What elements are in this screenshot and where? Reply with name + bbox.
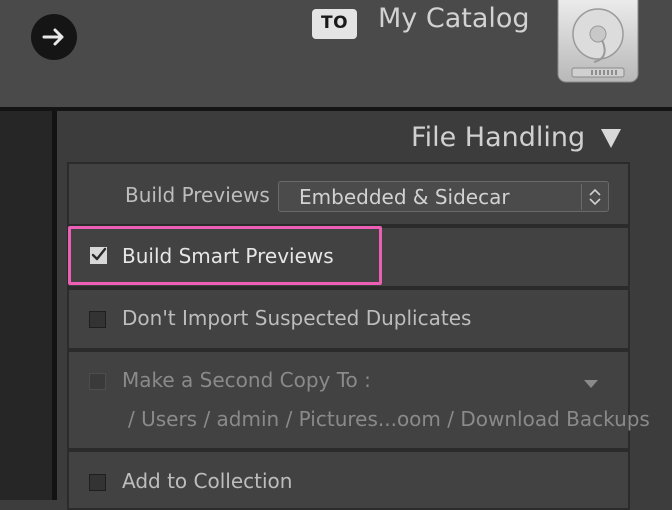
second-copy-label[interactable]: Make a Second Copy To : [122, 368, 371, 392]
build-previews-value: Embedded & Sidecar [299, 185, 510, 209]
highlight-box [68, 226, 382, 285]
arrow-right-icon[interactable] [31, 14, 77, 60]
dont-import-duplicates-label[interactable]: Don't Import Suspected Duplicates [122, 306, 471, 330]
collapse-triangle-icon[interactable] [600, 128, 622, 154]
file-handling-title[interactable]: File Handling [411, 122, 585, 153]
second-copy-row [67, 350, 630, 450]
add-to-collection-label[interactable]: Add to Collection [122, 469, 292, 493]
build-previews-select[interactable]: Embedded & Sidecar [278, 181, 609, 212]
add-to-collection-checkbox[interactable] [89, 474, 106, 491]
dont-import-duplicates-checkbox[interactable] [89, 311, 106, 328]
second-copy-checkbox[interactable] [89, 373, 106, 390]
hard-drive-icon[interactable] [556, 0, 642, 90]
to-badge: TO [312, 9, 357, 39]
select-separator [581, 184, 582, 210]
catalog-name[interactable]: My Catalog [378, 3, 530, 34]
updown-arrows-icon [586, 187, 604, 211]
left-panel [0, 111, 52, 500]
second-copy-path: / Users / admin / Pictures...oom / Downl… [128, 407, 650, 431]
second-copy-dropdown-icon[interactable] [583, 374, 599, 393]
build-previews-label: Build Previews [125, 183, 270, 207]
